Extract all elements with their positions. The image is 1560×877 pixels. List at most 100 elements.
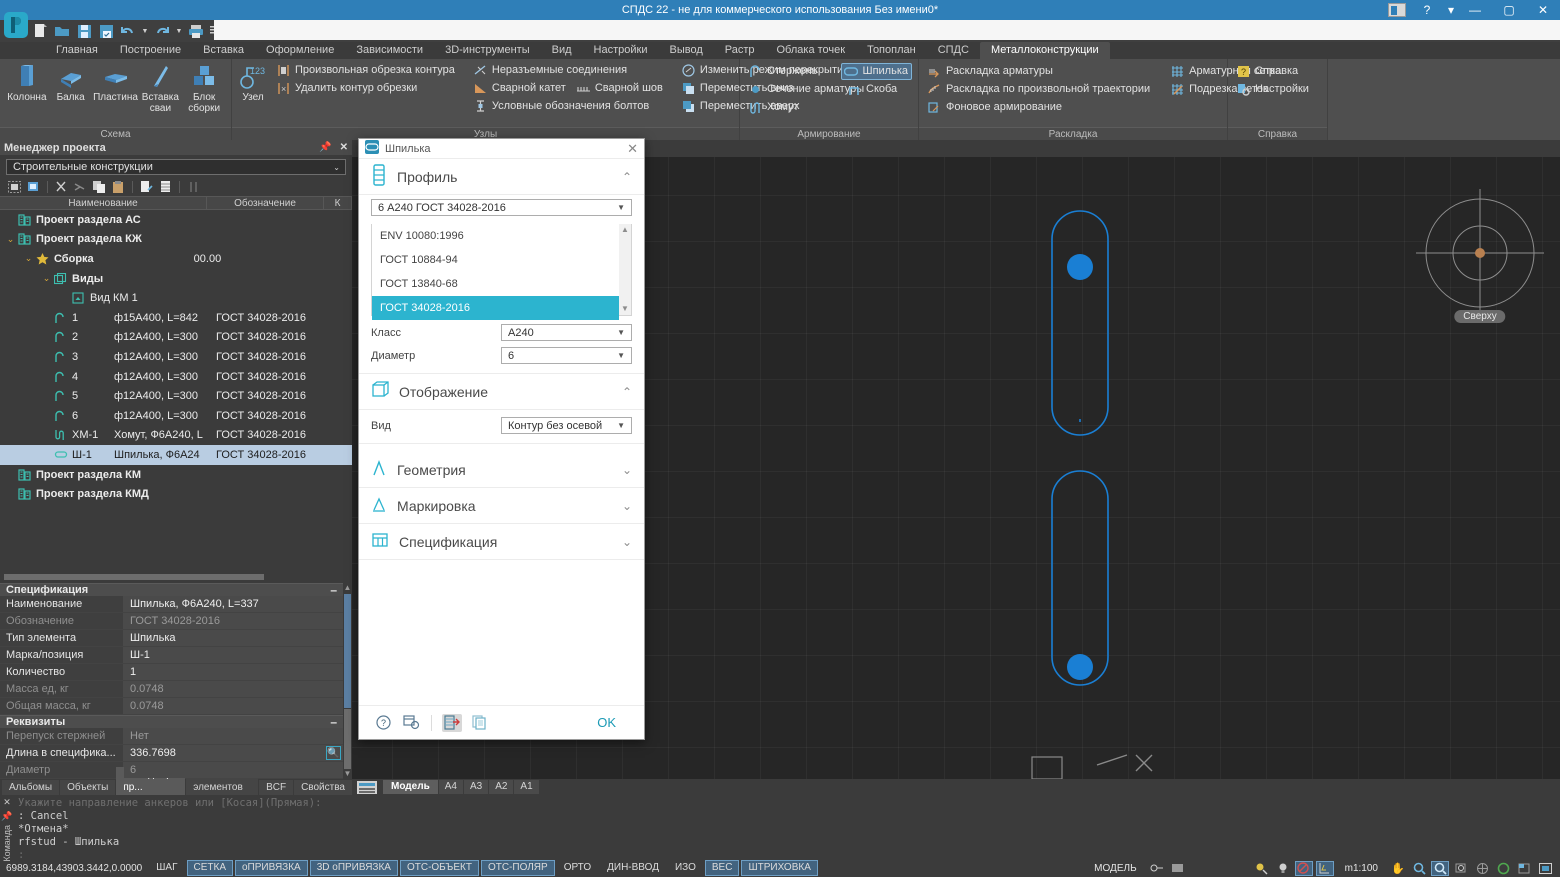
chevron-down-icon[interactable]: ⌄ xyxy=(622,535,632,549)
field-diameter-combo[interactable]: 6 ▼ xyxy=(501,347,632,364)
ribbon-tab-10[interactable]: Облака точек xyxy=(766,42,857,59)
tree-col-name[interactable]: Наименование xyxy=(0,197,207,209)
dynamic-ucs-icon[interactable] xyxy=(1316,861,1334,876)
property-row[interactable]: Тип элементаШпилька xyxy=(0,630,343,647)
tree-row[interactable]: Ш-1Шпилька, Ф6А24ГОСТ 34028-2016 xyxy=(0,445,352,465)
ribbon-tab-0[interactable]: Главная xyxy=(45,42,109,59)
view-cube-label[interactable]: Сверху xyxy=(1454,310,1505,323)
edit-spec-icon[interactable] xyxy=(138,180,155,195)
refresh-icon[interactable] xyxy=(25,180,42,195)
permanent-joints-button[interactable]: Неразъемные соединения xyxy=(471,62,667,79)
close-button[interactable]: ✕ xyxy=(1526,0,1560,20)
cut-icon[interactable] xyxy=(53,180,70,195)
tree-expander-icon[interactable]: ⌄ xyxy=(40,273,53,284)
zoom-extents-icon[interactable] xyxy=(1452,861,1470,876)
model-space-icon[interactable] xyxy=(1148,861,1166,876)
dock-tab-1[interactable]: Объекты xyxy=(60,780,115,795)
dock-tab-4[interactable]: BCF xyxy=(259,780,293,795)
scroll-up-icon[interactable]: ▲ xyxy=(344,583,352,593)
minimize-icon[interactable]: – xyxy=(330,586,337,594)
chevron-down-icon[interactable]: ⌄ xyxy=(330,163,343,172)
pin-icon[interactable]: 📌 xyxy=(319,142,331,153)
scrollbar-thumb[interactable] xyxy=(4,574,264,580)
status-toggle-изо[interactable]: ИЗО xyxy=(668,860,703,876)
stud-button[interactable]: Шпилька xyxy=(841,63,912,80)
tree-row[interactable]: 2ф12А400, L=300ГОСТ 34028-2016 xyxy=(0,328,352,348)
section-geometry[interactable]: Геометрия ⌄ xyxy=(359,452,644,488)
settings-button-ribbon[interactable]: Настройки xyxy=(1234,81,1313,98)
scroll-down-icon[interactable]: ▼ xyxy=(344,769,352,779)
section-specification[interactable]: Спецификация ⌄ xyxy=(359,524,644,560)
print-icon[interactable] xyxy=(186,22,206,40)
node-button[interactable]: 123 Узел xyxy=(238,62,268,105)
listbox-scrollbar[interactable]: ▲ ▼ xyxy=(619,224,631,315)
layout-tab-a1[interactable]: A1 xyxy=(514,780,538,794)
layout-tab-a4[interactable]: A4 xyxy=(439,780,463,794)
column-button[interactable]: Колонна xyxy=(6,62,48,105)
background-rebar-button[interactable]: Фоновое армирование xyxy=(925,99,1154,116)
status-toggle-орто[interactable]: ОРТО xyxy=(557,860,598,876)
ribbon-tab-3[interactable]: Оформление xyxy=(255,42,345,59)
status-toggle-шаг[interactable]: ШАГ xyxy=(149,860,184,876)
ribbon-tab-11[interactable]: Топоплан xyxy=(856,42,927,59)
tree-row[interactable]: 1ф15А400, L=842ГОСТ 34028-2016 xyxy=(0,308,352,328)
scroll-down-icon[interactable]: ▼ xyxy=(621,303,629,315)
chevron-down-icon[interactable]: ▼ xyxy=(613,328,629,337)
project-type-combo[interactable]: Строительные конструкции ⌄ xyxy=(6,159,346,175)
bracket-button[interactable]: Скоба xyxy=(845,81,901,98)
help-button[interactable]: ? xyxy=(1410,0,1444,20)
orbit-icon[interactable] xyxy=(1473,861,1491,876)
field-view-combo[interactable]: Контур без осевой ▼ xyxy=(501,417,632,434)
property-value[interactable]: Шпилька xyxy=(124,630,343,646)
plate-button[interactable]: Пластина xyxy=(94,62,138,105)
chevron-up-icon[interactable]: ⌃ xyxy=(622,170,632,184)
pile-insert-button[interactable]: Вставка сваи xyxy=(140,62,182,116)
property-value[interactable]: 6 xyxy=(124,762,343,778)
save-as-icon[interactable] xyxy=(96,22,116,40)
rebar-button[interactable]: Стержень xyxy=(746,63,837,80)
tree-row[interactable]: 4ф12А400, L=300ГОСТ 34028-2016 xyxy=(0,367,352,387)
tree-expander-icon[interactable]: ⌄ xyxy=(4,234,17,245)
project-tree[interactable]: Проект раздела АС⌄Проект раздела КЖ⌄Сбор… xyxy=(0,210,352,573)
save-icon[interactable] xyxy=(74,22,94,40)
help-dropdown-button[interactable]: ▾ xyxy=(1444,0,1458,20)
profile-standard-item-2[interactable]: ГОСТ 13840-68 xyxy=(372,272,619,296)
rebar-layout-button[interactable]: Раскладка арматуры xyxy=(925,63,1154,80)
tree-col-designation[interactable]: Обозначение xyxy=(207,197,324,209)
tree-row[interactable]: ⌄Сборка00.00 xyxy=(0,249,352,269)
walk-icon[interactable] xyxy=(1494,861,1512,876)
status-toggle-3d-опривязка[interactable]: 3D оПРИВЯЗКА xyxy=(310,860,398,876)
weld-leg-button[interactable]: Сварной катет xyxy=(471,80,570,97)
menu-search-area[interactable] xyxy=(214,20,1560,40)
tree-row[interactable]: Проект раздела АС xyxy=(0,210,352,230)
zoom-icon[interactable] xyxy=(1410,861,1428,876)
fullscreen-icon[interactable] xyxy=(1536,861,1554,876)
ribbon-tab-1[interactable]: Построение xyxy=(109,42,192,59)
ribbon-tab-6[interactable]: Вид xyxy=(541,42,583,59)
ribbon-tab-13[interactable]: Металлоконструкции xyxy=(980,42,1110,59)
chevron-down-icon[interactable]: ▼ xyxy=(613,203,629,212)
status-toggle-штриховка[interactable]: ШТРИХОВКА xyxy=(741,860,817,876)
status-toggle-отс-поляр[interactable]: ОТС-ПОЛЯР xyxy=(481,860,555,876)
weld-seam-button[interactable]: Сварной шов xyxy=(574,80,667,97)
tree-row[interactable]: ⌄Виды xyxy=(0,269,352,289)
view-cube[interactable]: Сверху xyxy=(1416,189,1544,317)
property-value[interactable]: 1 xyxy=(124,664,343,680)
status-toggle-дин-ввод[interactable]: ДИН-ВВОД xyxy=(600,860,666,876)
help-icon[interactable]: ? xyxy=(373,714,393,732)
tree-expander-icon[interactable]: ⌄ xyxy=(22,253,35,264)
section-marking[interactable]: Маркировка ⌄ xyxy=(359,488,644,524)
redo-icon[interactable] xyxy=(152,22,172,40)
tree-row[interactable]: Вид КМ 1 xyxy=(0,288,352,308)
profile-standard-item-0[interactable]: ENV 10080:1996 xyxy=(372,224,619,248)
property-value[interactable]: Нет xyxy=(124,728,343,744)
close-icon[interactable]: ✕ xyxy=(3,797,11,808)
annotation-visibility-icon[interactable] xyxy=(1253,861,1271,876)
annotation-scale-icon[interactable] xyxy=(1274,861,1292,876)
profile-standard-item-3[interactable]: ГОСТ 34028-2016 xyxy=(372,296,619,320)
property-row[interactable]: НаименованиеШпилька, Ф6А240, L=337 xyxy=(0,596,343,613)
minimize-icon[interactable]: – xyxy=(330,718,337,726)
help-button-ribbon[interactable]: ? Справка xyxy=(1234,63,1313,80)
clean-screen-icon[interactable] xyxy=(1515,861,1533,876)
tree-col-qty[interactable]: К xyxy=(324,197,352,209)
